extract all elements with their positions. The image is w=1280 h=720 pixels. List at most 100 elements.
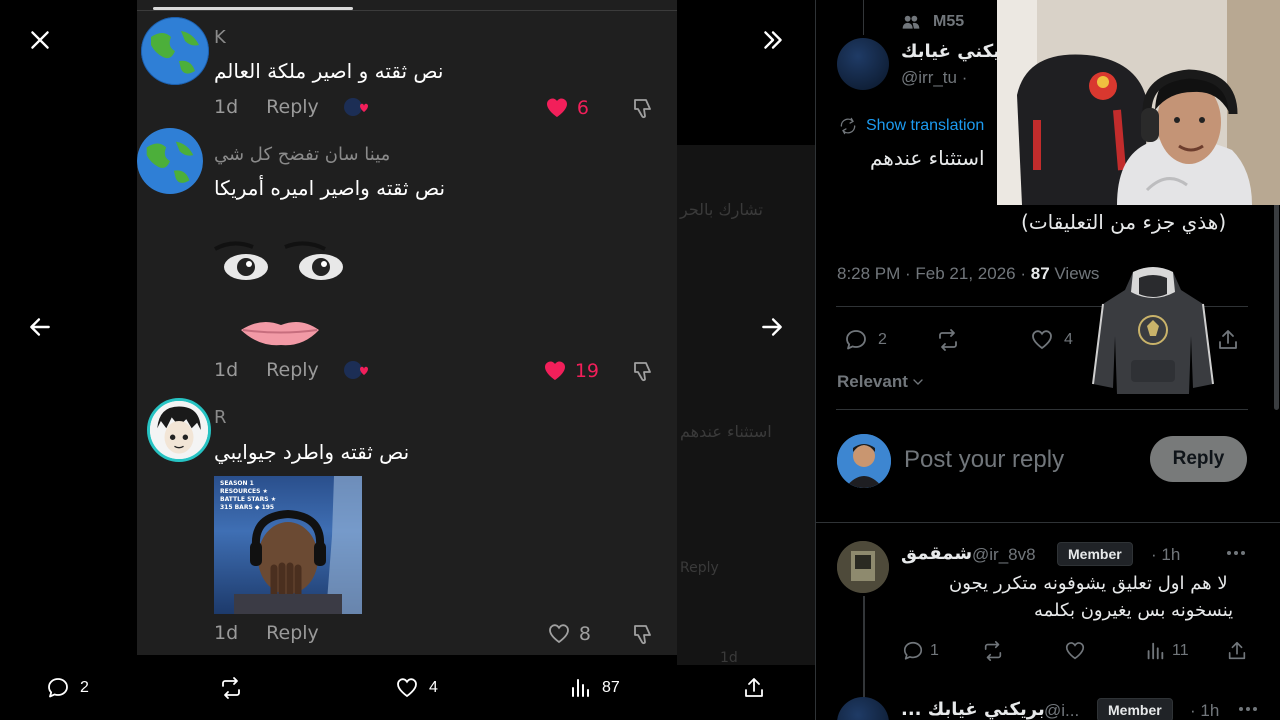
view-count: 87 bbox=[602, 679, 620, 696]
community-label[interactable]: M55 bbox=[901, 12, 964, 32]
creator-liked-icon bbox=[343, 360, 369, 380]
tweet-timestamp: 8:28 PM · Feb 21, 2026 · 87 Views bbox=[837, 264, 1099, 284]
reply-author-avatar[interactable] bbox=[837, 697, 889, 720]
reply-time: · 1h bbox=[1151, 545, 1181, 564]
reply-count: 2 bbox=[878, 331, 887, 348]
streamer-thumbnail-image: SEASON 1 RESOURCES ★ BATTLE STARS ★ 315 … bbox=[214, 476, 362, 614]
divider bbox=[836, 409, 1248, 410]
repost-action[interactable] bbox=[219, 676, 253, 700]
repost-action[interactable] bbox=[982, 640, 1014, 662]
share-icon bbox=[1219, 330, 1237, 349]
ghost-text: Reply bbox=[680, 560, 719, 576]
ghost-text: استثناء عندهم bbox=[680, 422, 772, 441]
thumbs-down-icon bbox=[634, 625, 651, 645]
timestamp-text: 8:28 PM · Feb 21, 2026 · bbox=[837, 264, 1026, 283]
next-image-button[interactable] bbox=[752, 307, 792, 347]
comment-bubble-icon bbox=[903, 641, 923, 660]
reply-author-handle[interactable]: @i... bbox=[1044, 701, 1079, 720]
image-top-divider bbox=[137, 10, 677, 11]
like-count: 4 bbox=[429, 679, 438, 696]
more-options-button[interactable] bbox=[1224, 541, 1248, 570]
reply-action[interactable]: 2 bbox=[844, 328, 887, 352]
community-icon bbox=[902, 15, 920, 29]
heart-filled-icon bbox=[546, 98, 567, 117]
reply-author-name[interactable]: شمقمق bbox=[901, 543, 972, 564]
bar-chart-icon bbox=[1147, 642, 1164, 660]
webcam-overlay bbox=[997, 0, 1280, 205]
views-action[interactable]: 11 bbox=[1144, 640, 1189, 662]
reply-input[interactable]: Post your reply bbox=[904, 446, 1064, 474]
comment-reply-button[interactable]: Reply bbox=[266, 359, 319, 381]
sort-replies-dropdown[interactable]: Relevant bbox=[837, 372, 926, 392]
scrollbar-thumb[interactable] bbox=[1274, 200, 1279, 410]
comment-time: 1d bbox=[214, 622, 239, 644]
face-sticker-image bbox=[213, 235, 358, 350]
repost-icon bbox=[939, 329, 957, 351]
comment-like-count: 6 bbox=[576, 97, 589, 119]
author-handle[interactable]: @irr_tu · bbox=[901, 68, 967, 88]
reply-button[interactable]: Reply bbox=[1150, 436, 1247, 482]
comment-reply-button[interactable]: Reply bbox=[266, 622, 319, 644]
attached-image[interactable]: K نص ثقته و اصير ملكة العالم 1d Reply 6 bbox=[137, 0, 677, 655]
collapse-sidebar-button[interactable] bbox=[753, 20, 793, 60]
share-action[interactable] bbox=[1216, 328, 1250, 352]
comment-dislike-button[interactable] bbox=[631, 96, 655, 120]
reply-count: 1 bbox=[930, 642, 939, 659]
reply-text-line: لا هم اول تعليق يشوفونه متكرر يجون bbox=[949, 573, 1228, 594]
ghost-text: تشارك بالحر bbox=[680, 200, 763, 219]
heart-outline-icon bbox=[1032, 330, 1052, 350]
views-action[interactable]: 87 bbox=[568, 676, 620, 700]
user-avatar[interactable] bbox=[837, 434, 891, 488]
comment-reply-button[interactable]: Reply bbox=[266, 96, 319, 118]
show-translation-link[interactable]: Show translation bbox=[838, 116, 984, 136]
comment-time: 1d bbox=[214, 359, 239, 381]
creator-liked-icon bbox=[343, 97, 369, 117]
share-icon bbox=[1228, 641, 1246, 660]
share-icon bbox=[745, 678, 763, 697]
like-action[interactable]: 4 bbox=[1030, 328, 1073, 352]
repost-icon bbox=[984, 641, 1002, 661]
share-action[interactable] bbox=[1226, 640, 1258, 662]
tweet-text-line: (هذي جزء من التعليقات) bbox=[1021, 210, 1227, 234]
reply-text-line: ينسخونه بس يغيرون بكلمه bbox=[1034, 600, 1234, 621]
views-count: 87 bbox=[1030, 264, 1050, 283]
close-button[interactable] bbox=[20, 20, 60, 60]
comment-bubble-icon bbox=[48, 678, 68, 698]
comment-author: K bbox=[214, 27, 226, 48]
comment-dislike-button[interactable] bbox=[631, 359, 655, 383]
arrow-left-icon bbox=[30, 318, 50, 336]
reply-author-name[interactable]: ... بريكني غيابك bbox=[901, 699, 1045, 720]
author-avatar[interactable] bbox=[837, 38, 889, 90]
repost-action[interactable] bbox=[936, 328, 970, 352]
media-viewer: تشارك بالحر استثناء عندهم Reply 1d K نص … bbox=[0, 0, 1280, 720]
double-chevron-right-icon bbox=[764, 31, 782, 49]
reply-author-handle[interactable]: @ir_8v8 bbox=[972, 545, 1036, 565]
more-options-button[interactable] bbox=[1236, 697, 1260, 720]
comment-meta: 1d Reply bbox=[214, 622, 319, 644]
share-action[interactable] bbox=[742, 676, 776, 700]
previous-image-button[interactable] bbox=[20, 307, 60, 347]
close-icon bbox=[31, 31, 49, 49]
arrow-right-icon bbox=[762, 318, 782, 336]
progress-indicator bbox=[153, 7, 353, 10]
comment-text: نص ثقته واطرد جيوايبي bbox=[214, 440, 410, 464]
reply-author-avatar[interactable] bbox=[837, 541, 889, 593]
comment-like-button[interactable]: 8 bbox=[547, 622, 591, 646]
ghost-text: 1d bbox=[720, 650, 738, 666]
comment-like-button[interactable]: 6 bbox=[545, 96, 589, 120]
like-action[interactable] bbox=[1064, 640, 1096, 662]
comment-dislike-button[interactable] bbox=[631, 622, 655, 646]
like-action[interactable]: 4 bbox=[395, 676, 438, 700]
anime-avatar bbox=[147, 398, 211, 462]
reply-action[interactable]: 1 bbox=[902, 640, 939, 662]
show-translation-label: Show translation bbox=[866, 117, 985, 134]
thumbs-down-icon bbox=[634, 362, 651, 382]
reply-action[interactable]: 2 bbox=[46, 676, 89, 700]
comment-meta: 1d Reply bbox=[214, 359, 369, 381]
reply-count: 2 bbox=[80, 679, 89, 696]
thread-line bbox=[863, 0, 864, 35]
globe-avatar bbox=[141, 17, 209, 85]
heart-outline-icon bbox=[397, 678, 417, 698]
comment-like-button[interactable]: 19 bbox=[543, 359, 599, 383]
more-horizontal-icon bbox=[1239, 707, 1257, 711]
